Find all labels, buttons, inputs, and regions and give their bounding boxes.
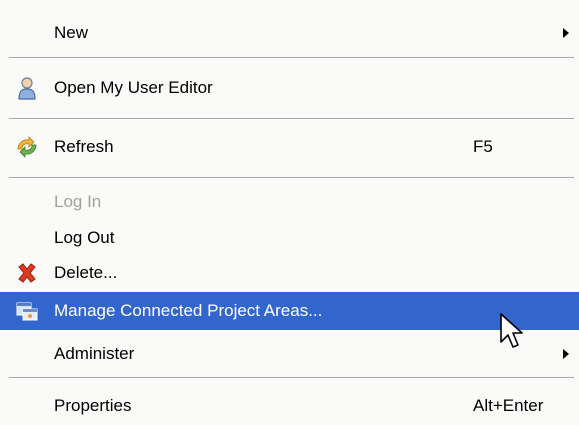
menu-separator [9,57,574,59]
menu-item-log-in: Log In [0,183,579,221]
menu-item-label: Administer [54,344,135,363]
menu-item-new[interactable]: New [0,14,579,52]
menu-item-label: Log In [54,192,102,211]
project-areas-icon [14,298,40,324]
menu-item-label: Log Out [54,228,115,247]
menu-separator [9,118,574,120]
context-menu: New Open My User Editor Refresh F5 Log I… [0,0,579,425]
menu-item-shortcut: F5 [473,137,493,156]
menu-item-open-my-user-editor[interactable]: Open My User Editor [0,69,579,107]
mouse-pointer-icon [499,312,525,352]
menu-item-label: Manage Connected Project Areas... [54,301,323,320]
menu-separator [9,377,574,379]
menu-item-delete[interactable]: Delete... [0,254,579,292]
menu-item-label: Properties [54,396,132,415]
menu-item-manage-connected-project-areas[interactable]: Manage Connected Project Areas... [0,292,579,330]
submenu-arrow-icon [563,349,569,359]
menu-separator [9,177,574,179]
menu-item-properties[interactable]: Properties Alt+Enter [0,387,579,425]
menu-item-label: Refresh [54,137,114,156]
menu-item-label: Open My User Editor [54,78,213,97]
user-icon [14,75,40,101]
menu-item-administer[interactable]: Administer [0,335,579,373]
refresh-icon [14,134,40,160]
menu-item-refresh[interactable]: Refresh F5 [0,128,579,166]
submenu-arrow-icon [563,28,569,38]
menu-item-log-out[interactable]: Log Out [0,219,579,257]
menu-item-shortcut: Alt+Enter [473,396,544,415]
delete-icon [14,260,40,286]
menu-item-label: New [54,23,89,42]
menu-item-label: Delete... [54,263,118,282]
